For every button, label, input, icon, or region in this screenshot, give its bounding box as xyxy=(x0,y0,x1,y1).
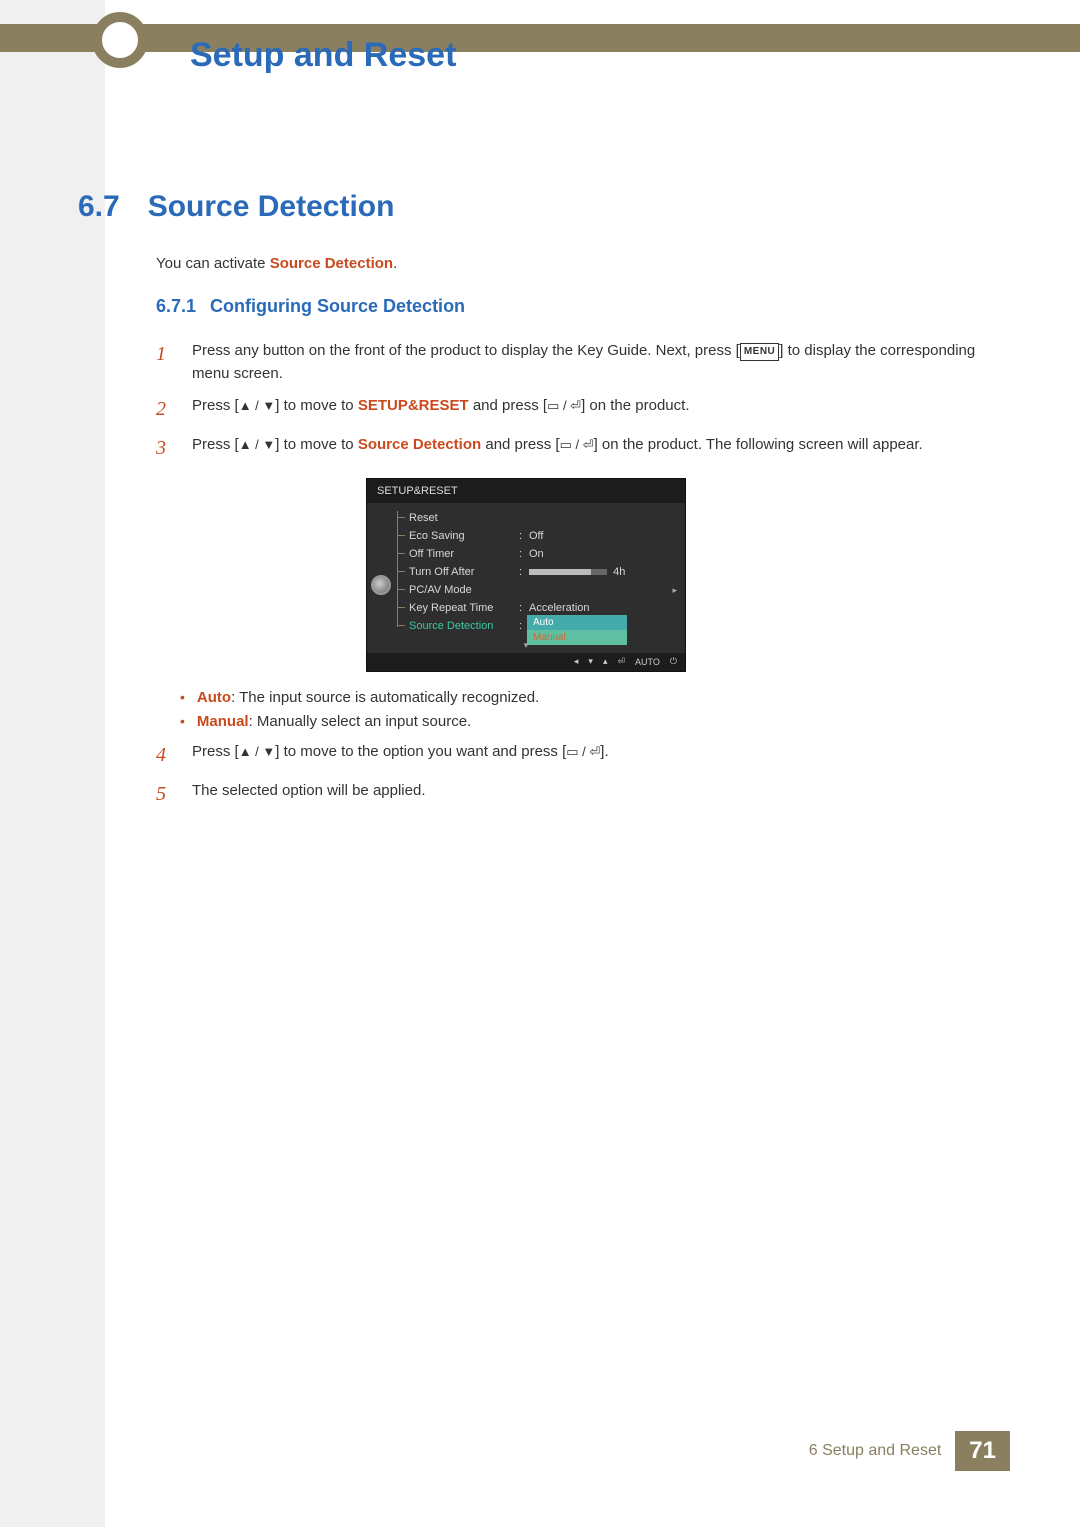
step-1-pre: Press any button on the front of the pro… xyxy=(192,342,740,359)
step-3: 3 Press [▲ / ▼] to move to Source Detect… xyxy=(156,433,986,464)
osd-opt-manual: Manual xyxy=(527,630,627,645)
s4c: ]. xyxy=(600,743,608,760)
step-3-text: Press [▲ / ▼] to move to Source Detectio… xyxy=(192,433,923,464)
osd-title: SETUP&RESET xyxy=(367,479,685,503)
top-band xyxy=(0,24,1080,52)
osd-foot-left-icon: ◂ xyxy=(574,656,579,667)
osd-footer: ◂ ▾ ▴ ⏎ AUTO ⏻ xyxy=(367,653,685,671)
updown-icon: ▲ / ▼ xyxy=(239,398,276,413)
osd-offtimer-val: On xyxy=(529,548,677,560)
osd-scroll-down-icon: ▾ xyxy=(524,640,529,651)
enter-icon: ▭ / ⏎ xyxy=(547,398,581,413)
step-4: 4 Press [▲ / ▼] to move to the option yo… xyxy=(156,740,986,771)
osd-row-keyrep: Key Repeat Time:Acceleration xyxy=(367,599,685,617)
bullet-manual-desc: : Manually select an input source. xyxy=(249,713,472,730)
osd-turnoff-text: 4h xyxy=(613,566,625,578)
osd-foot-auto: AUTO xyxy=(635,657,660,667)
osd-dropdown: Auto Manual xyxy=(527,615,627,645)
osd-eco-val: Off xyxy=(529,530,677,542)
osd-pcav-label: PC/AV Mode xyxy=(409,584,519,596)
s3d: ] on the product. The following screen w… xyxy=(594,436,923,453)
menu-key-icon: MENU xyxy=(740,343,779,361)
s3b: ] to move to xyxy=(275,436,358,453)
s3a: Press [ xyxy=(192,436,239,453)
step-1-num: 1 xyxy=(156,339,178,386)
bullet-auto-text: Auto: The input source is automatically … xyxy=(197,686,539,710)
osd-turnoff-val: 4h xyxy=(529,566,677,578)
section-number: 6.7 xyxy=(78,190,120,224)
osd-foot-power-icon: ⏻ xyxy=(670,656,677,667)
subsection-title: Configuring Source Detection xyxy=(210,296,465,317)
bullet-auto-desc: : The input source is automatically reco… xyxy=(231,689,539,706)
s2a: Press [ xyxy=(192,397,239,414)
osd-turnoff-label: Turn Off After xyxy=(409,566,519,578)
s4b: ] to move to the option you want and pre… xyxy=(275,743,566,760)
bullet-manual-label: Manual xyxy=(197,713,249,730)
osd-foot-up-icon: ▴ xyxy=(603,656,608,667)
s3c: and press [ xyxy=(481,436,559,453)
left-margin-band xyxy=(0,0,105,1527)
osd-body: ▸ Reset Eco Saving:Off Off Timer:On Turn… xyxy=(367,503,685,653)
bullet-manual-text: Manual: Manually select an input source. xyxy=(197,710,471,734)
enter-icon: ▭ / ⏎ xyxy=(566,744,600,759)
s2c: and press [ xyxy=(469,397,547,414)
chapter-title: Setup and Reset xyxy=(190,36,456,75)
osd-slider-fill xyxy=(529,569,591,575)
step-2: 2 Press [▲ / ▼] to move to SETUP&RESET a… xyxy=(156,394,986,425)
footer-chapter: 6 Setup and Reset xyxy=(809,1442,956,1460)
bullet-auto: • Auto: The input source is automaticall… xyxy=(180,686,986,710)
osd-row-pcav: PC/AV Mode xyxy=(367,581,685,599)
osd-offtimer-label: Off Timer xyxy=(409,548,519,560)
step-2-text: Press [▲ / ▼] to move to SETUP&RESET and… xyxy=(192,394,689,425)
s2-target: SETUP&RESET xyxy=(358,397,469,414)
osd-eco-label: Eco Saving xyxy=(409,530,519,542)
osd-foot-enter-icon: ⏎ xyxy=(617,656,625,667)
osd-keyrep-val: Acceleration xyxy=(529,602,677,614)
chapter-circle-icon xyxy=(92,12,148,68)
step-4-num: 4 xyxy=(156,740,178,771)
step-1: 1 Press any button on the front of the p… xyxy=(156,339,986,386)
osd-screenshot: SETUP&RESET ▸ Reset Eco Saving:Off Off T… xyxy=(366,478,686,672)
intro-prefix: You can activate xyxy=(156,255,270,272)
bullet-auto-label: Auto xyxy=(197,689,231,706)
osd-row-offtimer: Off Timer:On xyxy=(367,545,685,563)
bullet-dot-icon: • xyxy=(180,710,185,734)
osd-slider xyxy=(529,569,607,575)
osd-keyrep-label: Key Repeat Time xyxy=(409,602,519,614)
option-bullets: • Auto: The input source is automaticall… xyxy=(180,686,986,734)
osd-row-eco: Eco Saving:Off xyxy=(367,527,685,545)
osd-reset-label: Reset xyxy=(409,512,519,524)
osd-foot-down-icon: ▾ xyxy=(588,656,593,667)
footer-page-number: 71 xyxy=(955,1431,1010,1471)
osd-row-srcdet: Source Detection: xyxy=(367,617,685,635)
intro-suffix: . xyxy=(393,255,397,272)
bullet-manual: • Manual: Manually select an input sourc… xyxy=(180,710,986,734)
enter-icon: ▭ / ⏎ xyxy=(560,437,594,452)
page-footer: 6 Setup and Reset 71 xyxy=(809,1431,1010,1471)
s2b: ] to move to xyxy=(275,397,358,414)
section-title: Source Detection xyxy=(148,190,395,224)
osd-row-reset: Reset xyxy=(367,509,685,527)
step-3-num: 3 xyxy=(156,433,178,464)
osd-srcdet-label: Source Detection xyxy=(409,620,519,632)
step-4-text: Press [▲ / ▼] to move to the option you … xyxy=(192,740,609,771)
osd-opt-auto: Auto xyxy=(527,615,627,630)
intro-emph: Source Detection xyxy=(270,255,393,272)
bullet-dot-icon: • xyxy=(180,686,185,710)
intro-paragraph: You can activate Source Detection. xyxy=(156,255,986,272)
osd-row-turnoff: Turn Off After: 4h xyxy=(367,563,685,581)
step-5-text: The selected option will be applied. xyxy=(192,779,425,810)
step-2-num: 2 xyxy=(156,394,178,425)
step-5-num: 5 xyxy=(156,779,178,810)
subsection-number: 6.7.1 xyxy=(156,296,196,317)
updown-icon: ▲ / ▼ xyxy=(239,437,276,452)
s2d: ] on the product. xyxy=(581,397,689,414)
updown-icon: ▲ / ▼ xyxy=(239,744,276,759)
s4a: Press [ xyxy=(192,743,239,760)
step-1-text: Press any button on the front of the pro… xyxy=(192,339,986,386)
step-5: 5 The selected option will be applied. xyxy=(156,779,986,810)
s3-target: Source Detection xyxy=(358,436,481,453)
